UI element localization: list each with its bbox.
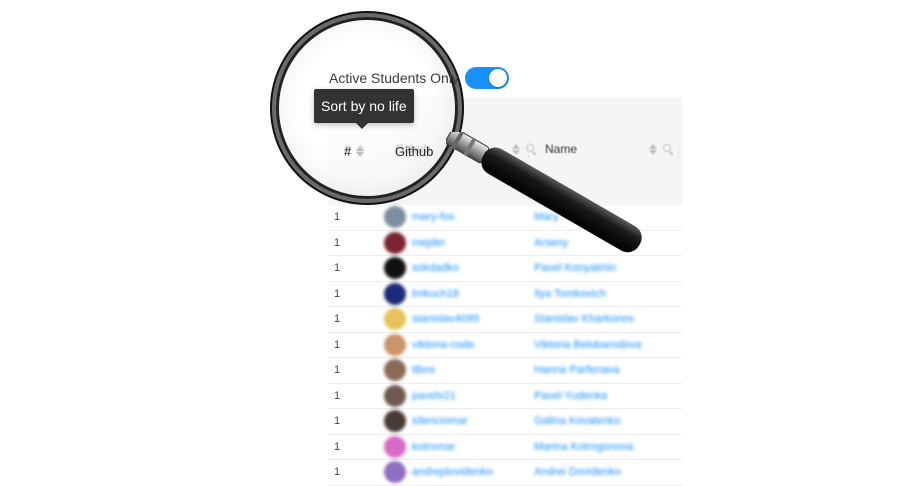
table-row: 1 lmkuch18 Ilya Tomkovich: [328, 282, 682, 307]
toggle-knob: [488, 69, 507, 87]
row-number: 1: [334, 262, 341, 275]
sort-icon[interactable]: [356, 146, 365, 157]
table-row: 1 silenciomar Galina Kovalenko: [328, 409, 682, 435]
github-link[interactable]: pavelv21: [412, 390, 456, 402]
avatar: [384, 384, 406, 407]
row-number: 1: [334, 415, 341, 428]
magnified-github-header[interactable]: Github: [395, 144, 433, 159]
sort-icon[interactable]: [649, 143, 658, 155]
table-row: 1 viktoria-code Viktoria Belobarodova: [328, 333, 682, 358]
avatar: [384, 410, 406, 433]
active-students-filter: Active Students Only: [329, 66, 509, 90]
magnified-index-header[interactable]: #: [344, 144, 365, 159]
active-students-label: Active Students Only: [329, 70, 459, 86]
avatar: [384, 257, 406, 280]
row-number: 1: [334, 466, 341, 479]
student-name-link[interactable]: Arseny: [534, 237, 568, 249]
column-header-name[interactable]: Name: [545, 142, 673, 156]
student-name-link[interactable]: Stanislav Kharkonov: [534, 313, 634, 325]
table-row: 1 pavelv21 Pavel Yudenka: [328, 384, 682, 409]
student-name-link[interactable]: Ilya Tomkovich: [534, 288, 606, 300]
row-number: 1: [334, 313, 341, 326]
student-name-link[interactable]: Pavel Konyakhin: [534, 262, 616, 274]
github-link[interactable]: stanislav4099: [412, 313, 479, 325]
github-link[interactable]: mejder: [412, 237, 446, 249]
avatar: [384, 282, 406, 305]
student-name-link[interactable]: Mary: [534, 211, 558, 223]
github-link[interactable]: mary-fox: [412, 211, 455, 223]
student-name-link[interactable]: Pavel Yudenka: [534, 390, 607, 402]
row-number: 1: [334, 389, 341, 402]
active-students-toggle[interactable]: [464, 67, 509, 89]
avatar: [384, 435, 406, 458]
avatar: [384, 231, 406, 254]
student-name-link[interactable]: Andrei Dovidenko: [534, 466, 621, 478]
sort-tooltip: Sort by no life: [314, 89, 414, 129]
table-row: 1 kotromar Marina Kotrogonova: [328, 435, 682, 460]
student-name-link[interactable]: Marina Kotrogonova: [534, 441, 633, 453]
github-link[interactable]: viktoria-code: [412, 339, 474, 351]
table-row: 1 mary-fox Mary: [328, 205, 682, 231]
sort-icon[interactable]: [512, 143, 521, 155]
table-row: 1 mejder Arseny: [328, 231, 682, 256]
github-link[interactable]: silenciomar: [412, 415, 468, 427]
table-row: 1 andrejdovidenko Andrei Dovidenko: [328, 460, 682, 486]
student-name-link[interactable]: Galina Kovalenko: [534, 415, 620, 427]
column-divider: [678, 141, 679, 159]
row-number: 1: [334, 440, 341, 453]
row-number: 1: [334, 287, 341, 300]
tooltip-text: Sort by no life: [321, 98, 407, 114]
avatar: [384, 206, 406, 229]
table-row: 1 stanislav4099 Stanislav Kharkonov: [328, 307, 682, 333]
row-number: 1: [334, 364, 341, 377]
avatar: [384, 359, 406, 382]
avatar: [384, 461, 406, 484]
row-number: 1: [334, 338, 341, 351]
student-name-link[interactable]: Hanna Parfenava: [534, 364, 620, 376]
search-icon[interactable]: [663, 144, 673, 154]
table-body: 1 mary-fox Mary 1 mejder Arseny 1 sokdadko Pavel…: [328, 205, 682, 486]
github-link[interactable]: lmkuch18: [412, 288, 459, 300]
magnified-index-label: #: [344, 144, 352, 159]
github-link[interactable]: kotromar: [412, 441, 455, 453]
student-name-link[interactable]: Viktoria Belobarodova: [534, 339, 641, 351]
github-link[interactable]: andrejdovidenko: [412, 466, 493, 478]
github-link[interactable]: sokdadko: [412, 262, 459, 274]
row-number: 1: [334, 211, 341, 224]
column-divider: [528, 141, 529, 159]
github-link[interactable]: tibos: [412, 364, 435, 376]
table-row: 1 tibos Hanna Parfenava: [328, 358, 682, 384]
table-row: 1 sokdadko Pavel Konyakhin: [328, 256, 682, 282]
row-number: 1: [334, 236, 341, 249]
avatar: [384, 308, 406, 331]
column-divider: [380, 141, 381, 159]
column-name-label: Name: [545, 142, 578, 156]
avatar: [384, 333, 406, 356]
students-table: # Github Name 1 mary-fox Mary 1 mejder Arseny…: [328, 97, 682, 486]
magnified-github-label: Github: [395, 144, 434, 159]
